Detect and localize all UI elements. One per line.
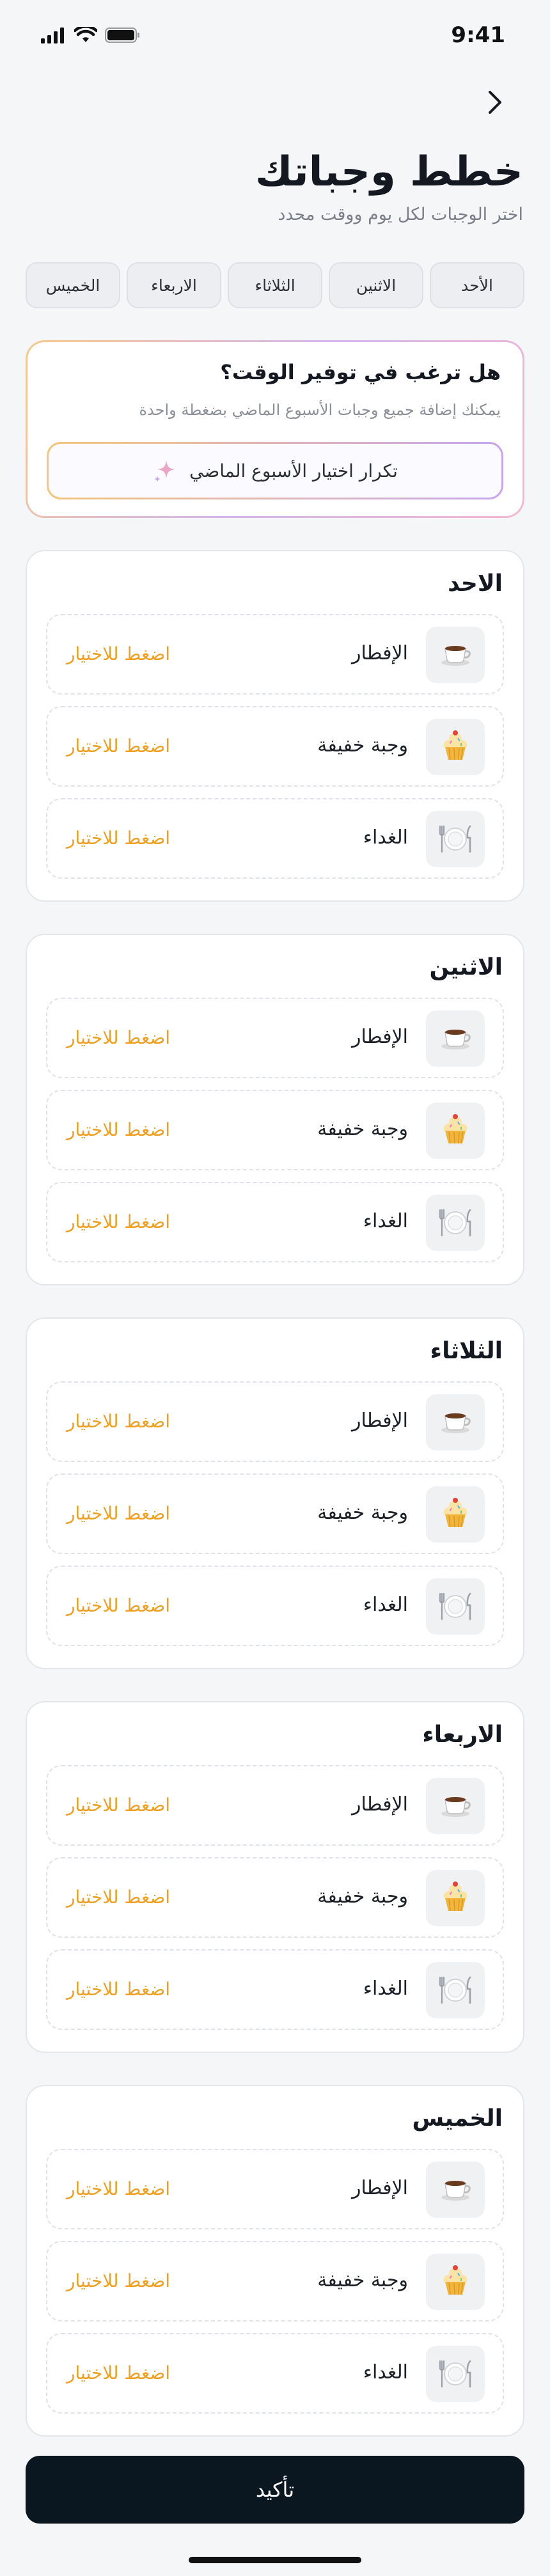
meal-label: وجبة خفيفة [317,1885,408,1908]
cupcake-icon [426,719,485,775]
day-card-wednesday: الاربعاء الإفطار اضغط للاختيار وجبة خفيف… [26,1701,524,2053]
meal-slot-breakfast[interactable]: الإفطار اضغط للاختيار [46,1381,504,1462]
meal-slot-snack[interactable]: وجبة خفيفة اضغط للاختيار [46,1090,504,1170]
meal-label: الإفطار [351,1026,408,1048]
status-icons [41,27,141,43]
meal-slot-lunch[interactable]: الغداء اضغط للاختيار [46,1182,504,1262]
page-title: خطط وجباتك [255,148,523,196]
promo-title: هل ترغب في توفير الوقت؟ [220,360,501,384]
cupcake-icon [426,1103,485,1159]
sparkle-icon [154,460,176,482]
meal-slot-lunch[interactable]: الغداء اضغط للاختيار [46,1949,504,2030]
wifi-icon [74,27,97,42]
meal-select-action[interactable]: اضغط للاختيار [67,1887,170,1908]
confirm-button[interactable]: تأكيد [26,2456,524,2524]
meal-label: الغداء [363,1594,408,1616]
day-card-thursday: الخميس الإفطار اضغط للاختيار وجبة خفيفة … [26,2085,524,2437]
tab-monday[interactable]: الاثنين [329,262,423,308]
meal-select-action[interactable]: اضغط للاختيار [67,1979,170,2000]
day-title: الخميس [412,2105,503,2132]
nav-bar [0,83,550,122]
status-bar: 9:41 [0,0,550,70]
meal-select-action[interactable]: اضغط للاختيار [67,643,170,664]
tab-sunday[interactable]: الأحد [430,262,524,308]
back-button[interactable] [480,87,510,118]
tab-thursday[interactable]: الخميس [26,262,120,308]
meal-slot-breakfast[interactable]: الإفطار اضغط للاختيار [46,2149,504,2229]
day-title: الاربعاء [422,1722,503,1748]
meal-label: وجبة خفيفة [317,2269,408,2291]
status-time: 9:41 [451,22,505,48]
meal-slot-lunch[interactable]: الغداء اضغط للاختيار [46,1566,504,1646]
meal-select-action[interactable]: اضغط للاختيار [67,2270,170,2291]
meal-select-action[interactable]: اضغط للاختيار [67,1795,170,1816]
meal-label: وجبة خفيفة [317,1502,408,1524]
plate-icon [426,1578,485,1635]
meal-select-action[interactable]: اضغط للاختيار [67,1211,170,1232]
meal-select-action[interactable]: اضغط للاختيار [67,828,170,849]
meal-label: الإفطار [351,2177,408,2199]
meal-slot-lunch[interactable]: الغداء اضغط للاختيار [46,2333,504,2414]
repeat-last-week-button[interactable]: تكرار اختيار الأسبوع الماضي [47,442,503,499]
meal-select-action[interactable]: اضغط للاختيار [67,1119,170,1140]
day-card-sunday: الاحد الإفطار اضغط للاختيار وجبة خفيفة ا… [26,550,524,902]
repeat-last-week-label: تكرار اختيار الأسبوع الماضي [189,460,398,482]
cupcake-icon [426,2254,485,2310]
signal-icon [41,27,64,43]
meal-select-action[interactable]: اضغط للاختيار [67,735,170,757]
meal-select-action[interactable]: اضغط للاختيار [67,1027,170,1048]
plate-icon [426,1962,485,2018]
meal-slot-snack[interactable]: وجبة خفيفة اضغط للاختيار [46,706,504,787]
coffee-icon [426,1394,485,1450]
day-title: الثلاثاء [430,1338,503,1364]
meal-slot-snack[interactable]: وجبة خفيفة اضغط للاختيار [46,2241,504,2321]
page-subtitle: اختر الوجبات لكل يوم ووقت محدد [278,205,523,224]
meal-select-action[interactable]: اضغط للاختيار [67,2178,170,2199]
day-title: الاحد [448,570,503,597]
meal-label: الإفطار [351,1410,408,1432]
day-card-monday: الاثنين الإفطار اضغط للاختيار وجبة خفيفة… [26,934,524,1285]
coffee-icon [426,1010,485,1067]
cupcake-icon [426,1486,485,1543]
tab-wednesday[interactable]: الاربعاء [127,262,221,308]
day-card-tuesday: الثلاثاء الإفطار اضغط للاختيار وجبة خفيف… [26,1317,524,1669]
cupcake-icon [426,1870,485,1926]
meal-label: الغداء [363,2361,408,2384]
day-tabs: الأحد الاثنين الثلاثاء الاربعاء الخميس [26,262,524,308]
home-indicator [189,2557,361,2563]
day-title: الاثنين [429,954,503,980]
battery-icon [105,27,139,43]
tab-tuesday[interactable]: الثلاثاء [228,262,322,308]
meal-label: الغداء [363,1977,408,2000]
plate-icon [426,1195,485,1251]
meal-slot-breakfast[interactable]: الإفطار اضغط للاختيار [46,614,504,695]
meal-select-action[interactable]: اضغط للاختيار [67,1411,170,1432]
meal-label: الإفطار [351,1793,408,1816]
meal-label: وجبة خفيفة [317,734,408,757]
meal-select-action[interactable]: اضغط للاختيار [67,1595,170,1616]
meal-label: الإفطار [351,642,408,664]
meal-label: الغداء [363,1210,408,1232]
coffee-icon [426,2162,485,2218]
chevron-right-icon [489,91,501,114]
coffee-icon [426,1778,485,1834]
promo-text: يمكنك إضافة جميع وجبات الأسبوع الماضي بض… [139,401,501,419]
meal-slot-snack[interactable]: وجبة خفيفة اضغط للاختيار [46,1857,504,1938]
repeat-last-week-card: هل ترغب في توفير الوقت؟ يمكنك إضافة جميع… [26,340,524,518]
plate-icon [426,2346,485,2402]
meal-select-action[interactable]: اضغط للاختيار [67,1503,170,1524]
coffee-icon [426,627,485,683]
meal-slot-snack[interactable]: وجبة خفيفة اضغط للاختيار [46,1473,504,1554]
meal-slot-lunch[interactable]: الغداء اضغط للاختيار [46,798,504,879]
meal-label: الغداء [363,826,408,849]
meal-label: وجبة خفيفة [317,1118,408,1140]
meal-slot-breakfast[interactable]: الإفطار اضغط للاختيار [46,1765,504,1846]
plate-icon [426,811,485,867]
meal-select-action[interactable]: اضغط للاختيار [67,2362,170,2384]
meal-slot-breakfast[interactable]: الإفطار اضغط للاختيار [46,998,504,1078]
